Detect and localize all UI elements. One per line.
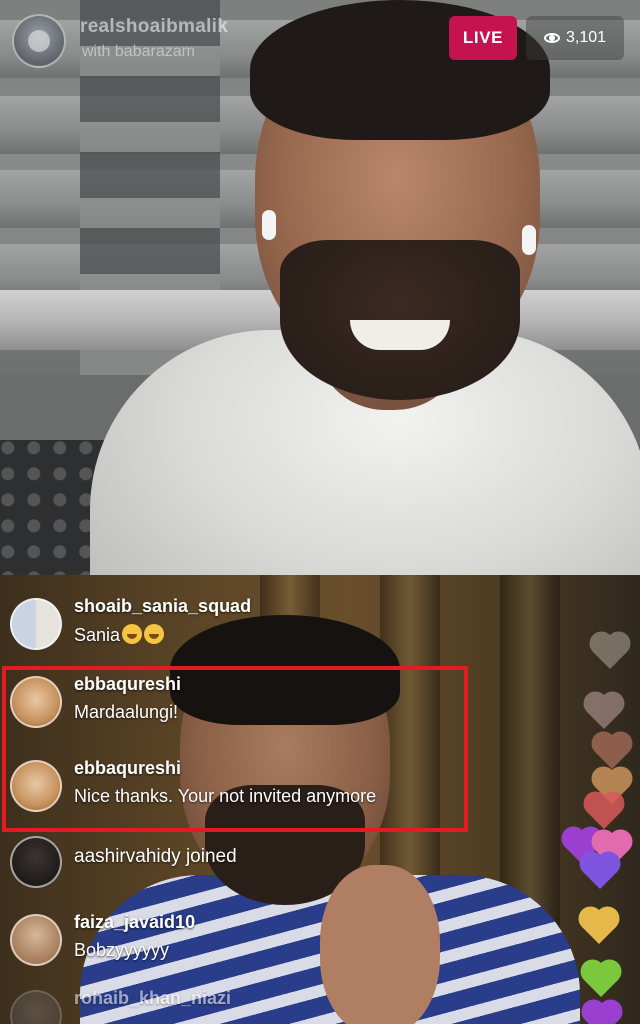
faded-avatar[interactable] [10,990,62,1024]
host-username[interactable]: realshoaibmalik [80,16,228,38]
host-avatar[interactable] [12,14,66,68]
earbud-icon [262,210,276,240]
highlight-annotation-box [2,666,468,832]
woman-avatar[interactable] [10,914,62,966]
live-header: realshoaibmalik with babarazam LIVE 3,10… [0,0,640,80]
host-video-feed [0,0,640,575]
grinning-emoji-icon [122,624,143,644]
comment-username[interactable]: rohaib_khan_niazi [74,988,231,1009]
viewer-count: 3,101 [565,29,607,46]
comment-text: Sania [74,624,165,646]
heart-icon [585,1003,619,1024]
person-icon [28,30,50,52]
comment-username[interactable]: shoaib_sania_squad [74,596,251,617]
viewer-count-badge[interactable]: 3,101 [526,16,624,60]
comment-username[interactable]: faiza_javaid10 [74,912,195,933]
comment-item[interactable]: faiza_javaid10 Bobzyyyyyy [10,904,490,974]
join-notice[interactable]: aashirvahidy joined [10,826,490,896]
comment-text: Bobzyyyyyy [74,940,170,960]
couple-avatar[interactable] [10,598,62,650]
live-stream-screen: realshoaibmalik with babarazam LIVE 3,10… [0,0,640,1024]
grinning-emoji-icon [144,624,165,644]
guest-line[interactable]: with babarazam [82,43,195,61]
comment-item[interactable]: shoaib_sania_squad Sania [10,588,490,658]
eye-icon [543,33,560,43]
earbud-icon [522,225,536,255]
joined-text: aashirvahidy joined [74,846,237,867]
man-avatar[interactable] [10,836,62,888]
live-badge: LIVE [449,16,517,60]
comment-item[interactable]: rohaib_khan_niazi [10,980,490,1024]
